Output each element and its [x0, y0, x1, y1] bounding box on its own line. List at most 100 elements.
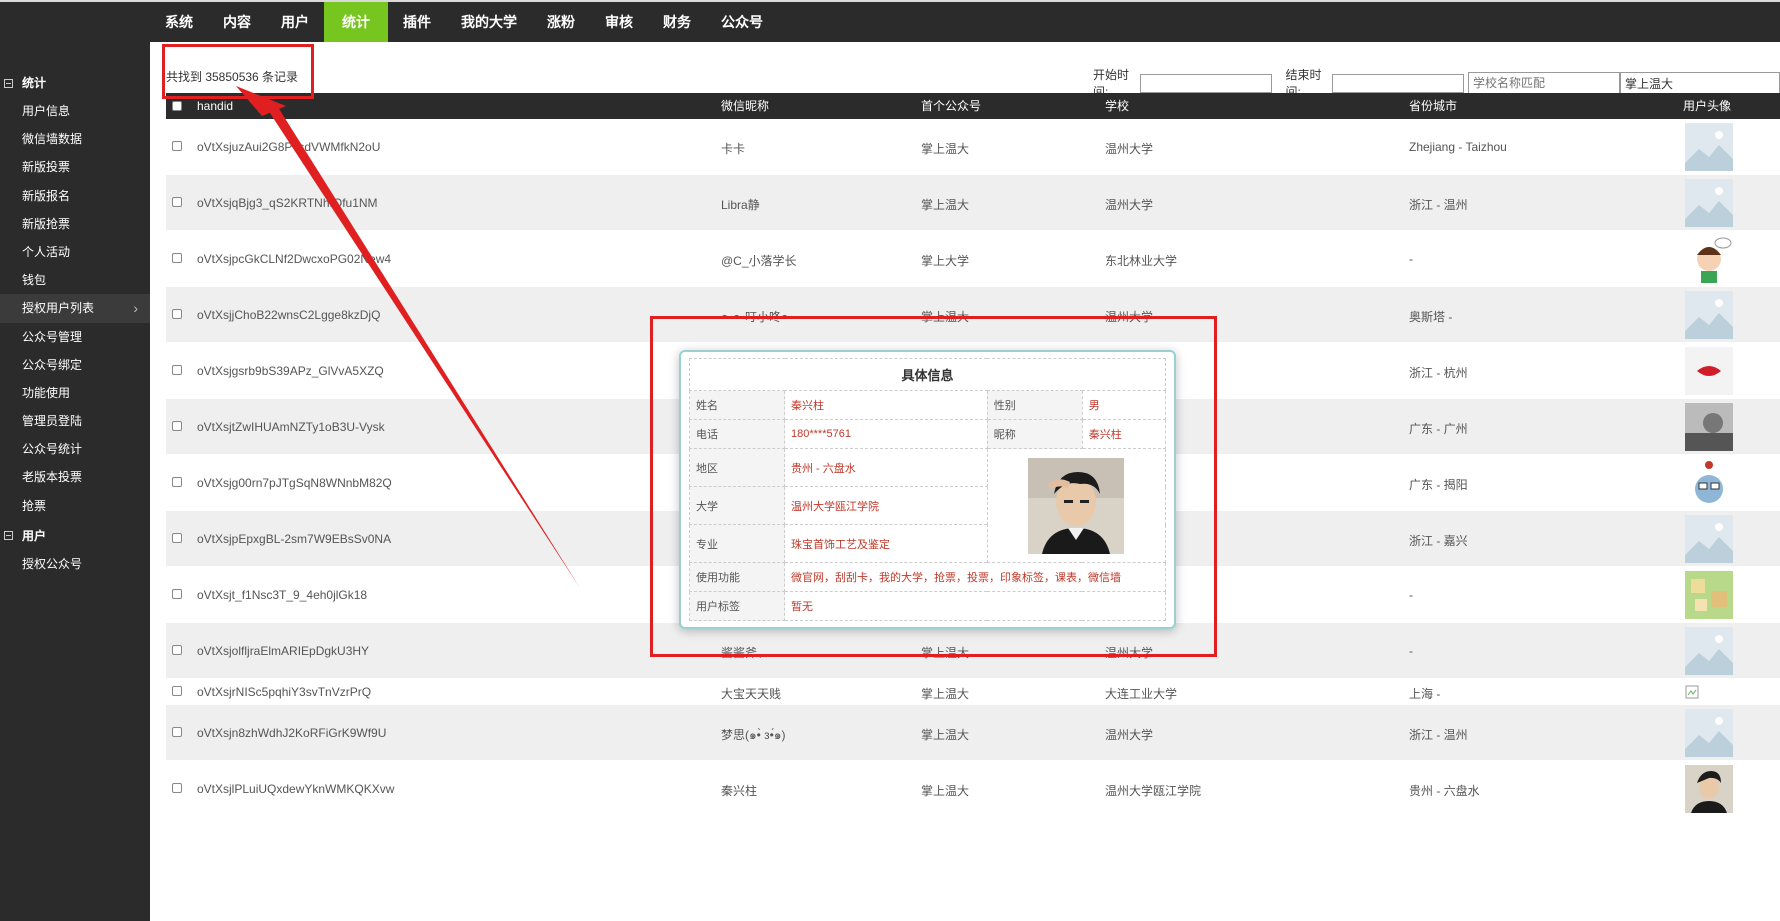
user-avatar[interactable]	[1685, 403, 1733, 454]
row-checkbox[interactable]	[172, 141, 182, 151]
topnav-item[interactable]: 审核	[590, 2, 648, 42]
sidebar-group-label: 用户	[22, 528, 47, 543]
user-avatar[interactable]	[1685, 179, 1733, 230]
sidebar-item[interactable]: 公众号统计	[0, 435, 150, 463]
topnav-item[interactable]: 财务	[648, 2, 706, 42]
sidebar-item[interactable]: 公众号绑定	[0, 351, 150, 379]
handid-cell: oVtXsjgsrb9bS39APz_GlVvA5XZQ	[197, 364, 384, 378]
sidebar-group-stats[interactable]: 统计	[0, 69, 150, 97]
city-cell: -	[1409, 252, 1413, 266]
city-cell: 广东 - 揭阳	[1409, 478, 1468, 492]
account-cell: 掌上温大	[921, 784, 970, 798]
row-checkbox[interactable]	[172, 365, 182, 375]
sidebar-item[interactable]: 功能使用	[0, 379, 150, 407]
row-checkbox[interactable]	[172, 589, 182, 599]
sidebar-item[interactable]: 用户信息	[0, 97, 150, 125]
row-checkbox[interactable]	[172, 783, 182, 793]
row-checkbox-cell	[172, 141, 182, 151]
table-row[interactable]: oVtXsjuzAui2G8PTsdVWMfkN2oU 卡卡 掌上温大 温州大学 Zhe…	[166, 119, 1780, 175]
topnav-item[interactable]: 系统	[150, 2, 208, 42]
row-checkbox-cell	[172, 533, 182, 543]
city-cell: 贵州 - 六盘水	[1409, 784, 1480, 798]
sidebar-item[interactable]: 老版本投票	[0, 463, 150, 491]
end-time-input[interactable]	[1332, 73, 1464, 93]
topnav-item[interactable]: 用户	[266, 2, 324, 42]
row-checkbox-cell	[172, 197, 182, 207]
user-avatar[interactable]	[1685, 685, 1699, 702]
sidebar-item[interactable]: 抢票	[0, 492, 150, 520]
col-account: 首个公众号	[921, 99, 982, 113]
school-cell: 大连工业大学	[1105, 687, 1178, 701]
topnav-item[interactable]: 公众号	[706, 2, 778, 42]
row-checkbox-cell	[172, 477, 182, 487]
sidebar-item[interactable]: 授权公众号	[0, 550, 150, 578]
user-avatar[interactable]	[1685, 347, 1733, 398]
handid-cell: oVtXsjjChoB22wnsC2Lgge8kzDjQ	[197, 308, 381, 322]
topnav-item[interactable]: 插件	[388, 2, 446, 42]
user-avatar[interactable]	[1685, 765, 1733, 816]
table-row[interactable]: oVtXsjlPLuiUQxdewYknWMKQKXvw 秦兴柱 掌上温大 温州大学瓯…	[166, 761, 1780, 817]
sidebar-item[interactable]: 新版投票	[0, 153, 150, 181]
sidebar-item[interactable]: 公众号管理	[0, 323, 150, 351]
account-cell: 掌上温大	[921, 728, 970, 742]
sidebar-item[interactable]: 新版报名	[0, 182, 150, 210]
school-search-input[interactable]	[1468, 71, 1620, 95]
table-row[interactable]: oVtXsjqBjg3_qS2KRTNhfQfu1NM Libra静 掌上温大 温州大…	[166, 175, 1780, 231]
sidebar-item[interactable]: 微信墙数据	[0, 125, 150, 153]
annotation-box-popup	[650, 316, 1217, 657]
user-avatar[interactable]	[1685, 123, 1733, 174]
sidebar-item[interactable]: 钱包	[0, 266, 150, 294]
row-checkbox[interactable]	[172, 533, 182, 543]
sidebar-item[interactable]: 新版抢票	[0, 210, 150, 238]
col-avatar: 用户头像	[1683, 99, 1732, 113]
row-checkbox[interactable]	[172, 477, 182, 487]
account-cell: 掌上温大	[921, 198, 970, 212]
topnav-item[interactable]: 涨粉	[532, 2, 590, 42]
user-avatar[interactable]	[1685, 515, 1733, 566]
col-school: 学校	[1105, 99, 1130, 113]
row-checkbox-cell	[172, 365, 182, 375]
user-avatar[interactable]	[1685, 291, 1733, 342]
school-cell: 东北林业大学	[1105, 254, 1178, 268]
account-cell: 掌上温大	[921, 687, 970, 701]
handid-cell: oVtXsjt_f1Nsc3T_9_4eh0jlGk18	[197, 588, 368, 602]
table-row[interactable]: oVtXsjn8zhWdhJ2KoRFiGrK9Wf9U 梦思(๑•̀ з•́๑)…	[166, 705, 1780, 761]
account-input[interactable]	[1620, 71, 1780, 95]
start-time-input[interactable]	[1139, 73, 1272, 93]
sidebar: 统计 用户信息微信墙数据新版投票新版报名新版抢票个人活动钱包授权用户列表公众号管…	[0, 42, 150, 921]
sidebar-item[interactable]: 个人活动	[0, 238, 150, 266]
user-avatar[interactable]	[1685, 571, 1733, 622]
row-checkbox[interactable]	[172, 686, 182, 696]
handid-cell: oVtXsjpEpxgBL-2sm7W9EBsSv0NA	[197, 532, 392, 546]
row-checkbox[interactable]	[172, 197, 182, 207]
row-checkbox[interactable]	[172, 421, 182, 431]
sidebar-item[interactable]: 管理员登陆	[0, 407, 150, 435]
user-avatar[interactable]	[1685, 709, 1733, 760]
row-checkbox[interactable]	[172, 727, 182, 737]
city-cell: 浙江 - 温州	[1409, 198, 1468, 212]
user-avatar[interactable]	[1685, 459, 1733, 510]
city-cell: 奥斯塔 -	[1409, 310, 1453, 324]
row-checkbox[interactable]	[172, 309, 182, 319]
row-checkbox[interactable]	[172, 253, 182, 263]
topnav-item[interactable]: 统计	[324, 2, 388, 42]
user-avatar[interactable]	[1685, 235, 1733, 286]
collapse-icon	[4, 78, 13, 88]
handid-cell: oVtXsjtZwIHUAmNZTy1oB3U-Vysk	[197, 420, 385, 434]
topnav-item[interactable]: 内容	[208, 2, 266, 42]
account-cell: 掌上大学	[921, 254, 970, 268]
table-row[interactable]: oVtXsjpcGkCLNf2DwcxoPG02New4 @C_小落学长 掌上大学 东…	[166, 231, 1780, 287]
handid-cell: oVtXsjqBjg3_qS2KRTNhfQfu1NM	[197, 196, 378, 210]
sidebar-group-user[interactable]: 用户	[0, 522, 150, 550]
table-row[interactable]: oVtXsjrNISc5pqhiY3svTnVzrPrQ 大宝天天贱 掌上温大 大连工…	[166, 679, 1780, 705]
sidebar-item[interactable]: 授权用户列表	[0, 294, 150, 323]
school-cell: 温州大学	[1105, 142, 1154, 156]
row-checkbox-cell	[172, 309, 182, 319]
topnav-item[interactable]: 我的大学	[446, 2, 532, 42]
city-cell: -	[1409, 588, 1413, 602]
city-cell: 广东 - 广州	[1409, 422, 1468, 436]
row-checkbox[interactable]	[172, 645, 182, 655]
user-avatar[interactable]	[1685, 627, 1733, 678]
select-all-checkbox[interactable]	[172, 101, 182, 111]
table-header: handid 微信昵称 首个公众号 学校 省份城市 用户头像	[166, 93, 1780, 119]
